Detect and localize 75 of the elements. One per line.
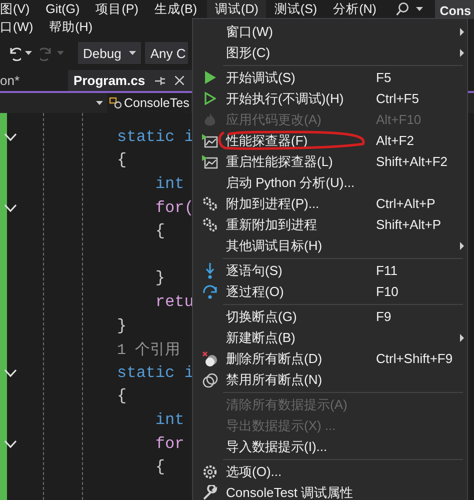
fold-chevron-icon[interactable] bbox=[4, 204, 17, 212]
class-icon bbox=[109, 97, 123, 109]
caret-icon[interactable] bbox=[96, 101, 103, 105]
gears-icon bbox=[202, 217, 218, 232]
menu-item[interactable]: 图形(C) bbox=[193, 42, 467, 63]
code-line: { bbox=[116, 151, 127, 170]
platform-dropdown[interactable]: Any C bbox=[145, 42, 188, 64]
wrench-icon bbox=[202, 484, 218, 500]
menu-item[interactable]: 开始执行(不调试)(H) Ctrl+F5 bbox=[193, 88, 467, 109]
menu-item[interactable]: 逐语句(S) F11 bbox=[193, 260, 467, 281]
code-line: { bbox=[154, 458, 166, 476]
code-line: int bbox=[154, 174, 184, 193]
document-tab[interactable]: on* bbox=[0, 70, 26, 91]
fold-chevron-icon[interactable] bbox=[4, 440, 17, 448]
code-line: int bbox=[154, 410, 184, 429]
caret-icon[interactable] bbox=[416, 7, 424, 11]
type-dropdown[interactable]: ConsoleTes bbox=[107, 93, 192, 113]
menu-bar-item[interactable]: 分析(N) bbox=[325, 0, 384, 18]
step-into-icon bbox=[204, 262, 214, 278]
menu-item[interactable]: 切换断点(G) F9 bbox=[193, 306, 467, 327]
code-line: } bbox=[154, 269, 166, 288]
disable-breakpoints-icon bbox=[202, 372, 218, 388]
caret-icon bbox=[129, 51, 136, 55]
menu-item[interactable]: 选项(O)... bbox=[193, 461, 467, 482]
code-line: for( bbox=[154, 198, 194, 217]
menu-bar-item[interactable]: 帮助(H) bbox=[41, 18, 100, 36]
code-line: 1 个引用 bbox=[116, 340, 180, 359]
close-icon[interactable] bbox=[175, 76, 184, 85]
code-line: } bbox=[116, 316, 127, 335]
code-line: for bbox=[154, 434, 184, 453]
menu-item[interactable]: 逐过程(O) F10 bbox=[193, 281, 467, 302]
step-over-icon bbox=[202, 284, 218, 298]
gears-icon bbox=[202, 196, 218, 211]
menu-item[interactable]: 删除所有断点(D) Ctrl+Shift+F9 bbox=[193, 348, 467, 369]
code-line: static i bbox=[116, 364, 194, 382]
menu-item[interactable]: ConsoleTest 调试属性 bbox=[193, 482, 467, 500]
menu-item[interactable]: 性能探查器(F) Alt+F2 bbox=[193, 130, 467, 151]
menu-item[interactable]: 开始调试(S) F5 bbox=[193, 67, 467, 88]
search-icon[interactable] bbox=[396, 2, 410, 16]
caret-icon[interactable] bbox=[25, 51, 32, 55]
menu-item[interactable]: 导入数据提示(I)... bbox=[193, 436, 467, 457]
menu-item[interactable]: 重新附加到进程 Shift+Alt+P bbox=[193, 214, 467, 235]
menu-item[interactable]: 启动 Python 分析(U)... bbox=[193, 172, 467, 193]
menu-bar-item[interactable]: 项目(P) bbox=[88, 0, 146, 18]
delete-breakpoints-icon bbox=[202, 350, 218, 366]
code-line: { bbox=[154, 222, 166, 240]
settings-icon bbox=[202, 464, 218, 480]
menu-bar-item[interactable]: 口(W) bbox=[0, 18, 42, 36]
window-title: Cons bbox=[434, 0, 474, 18]
menu-item[interactable]: 重启性能探查器(L) Shift+Alt+F2 bbox=[193, 151, 467, 172]
document-tab[interactable]: Program.cs bbox=[68, 70, 192, 91]
menu-bar-item[interactable]: 生成(B) bbox=[146, 0, 206, 18]
undo-icon[interactable] bbox=[8, 46, 21, 60]
code-line: static i bbox=[116, 128, 194, 146]
pin-icon[interactable] bbox=[155, 76, 166, 86]
flame-icon bbox=[204, 112, 216, 126]
menu-bar-item[interactable]: 图(V) bbox=[0, 0, 38, 18]
play-icon bbox=[204, 71, 216, 84]
chart-icon bbox=[202, 154, 218, 168]
menu-item[interactable]: 其他调试目标(H) bbox=[193, 235, 467, 256]
fold-chevron-icon[interactable] bbox=[4, 368, 17, 377]
chart-icon bbox=[202, 134, 218, 148]
menu-item[interactable]: 禁用所有断点(N) bbox=[193, 369, 467, 390]
menu-bar-item[interactable]: 测试(S) bbox=[266, 0, 326, 18]
configuration-dropdown[interactable]: Debug bbox=[78, 42, 142, 64]
menu-item[interactable]: 窗口(W) bbox=[193, 21, 467, 42]
menu-bar-item[interactable]: 调试(D) bbox=[207, 0, 266, 18]
tab-label: Program.cs bbox=[74, 72, 146, 90]
code-line: { bbox=[116, 387, 127, 406]
code-line: retu bbox=[154, 292, 194, 311]
menu-bar-item[interactable]: Git(G) bbox=[38, 0, 88, 18]
fold-chevron-icon[interactable] bbox=[4, 132, 17, 141]
menu-item[interactable]: 附加到进程(P)... Ctrl+Alt+P bbox=[193, 193, 467, 214]
menu-item[interactable]: 新建断点(B) bbox=[193, 327, 467, 348]
play-outline-icon bbox=[204, 92, 216, 105]
